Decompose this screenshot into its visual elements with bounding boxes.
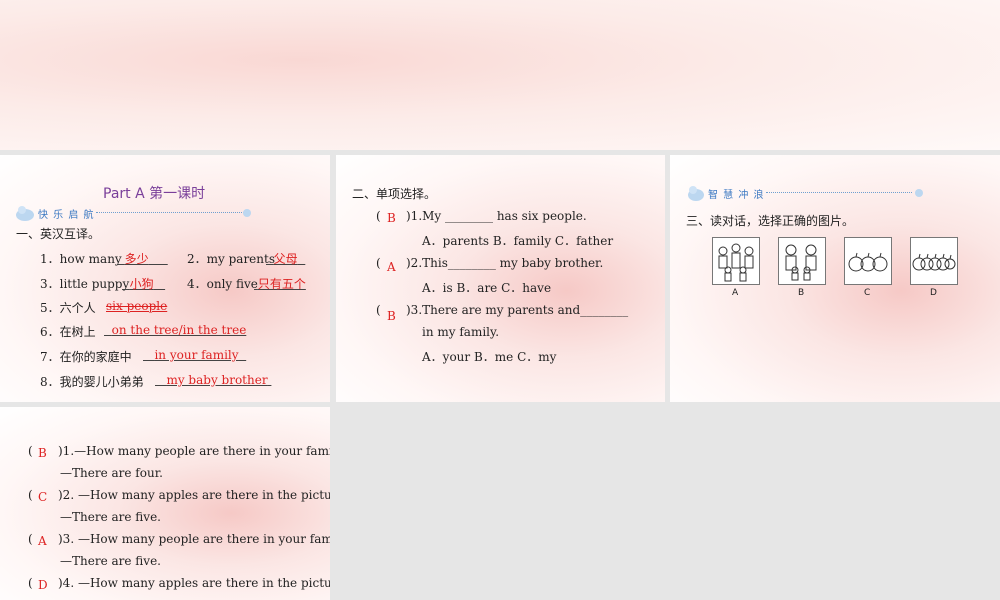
d3-reply: —There are five. — [60, 554, 161, 568]
q2-answer: A — [387, 260, 396, 274]
item-3-prompt: 3．little puppy — [40, 277, 130, 291]
q1-answer: B — [387, 211, 396, 225]
item-7-answer: in your family — [154, 348, 239, 362]
slide-vocab-translation[interactable]: Part A 第一课时 快 乐 启 航 一、英汉互译。 1．how many 多… — [0, 155, 330, 402]
d3-bracket: ( — [28, 532, 33, 546]
item-4-prompt: 4．only five — [187, 277, 258, 291]
picture-c-label: C — [864, 288, 871, 298]
section-badge: 快 乐 启 航 — [38, 210, 95, 221]
item-5-prompt: 5．六个人 — [40, 301, 96, 315]
q3-options: A．your B．me C．my — [422, 350, 557, 364]
d1-bracket: ( — [28, 444, 33, 458]
item-8-answer: my baby brother — [166, 373, 268, 387]
d2-bracket: ( — [28, 488, 33, 502]
item-1-prompt: 1．how many — [40, 252, 122, 266]
decorative-star-icon — [915, 189, 923, 197]
dotted-divider — [96, 212, 244, 213]
q1-stem: )1.My ________ has six people. — [406, 209, 587, 223]
d1-reply: —There are four. — [60, 466, 163, 480]
q1-options: A．parents B．family C．father — [422, 234, 614, 248]
section-heading: 三、读对话，选择正确的图片。 — [686, 214, 855, 228]
item-7-prompt: 7．在你的家庭中 — [40, 350, 132, 364]
top-slide — [0, 0, 1000, 150]
d3-question: )3. —How many people are there in your f… — [58, 532, 330, 546]
q2-stem: )2.This________ my baby brother. — [406, 256, 604, 270]
q3-bracket: ( — [376, 303, 381, 317]
q1-bracket: ( — [376, 209, 381, 223]
picture-b-label: B — [798, 288, 805, 298]
decorative-cartoon-icon — [16, 206, 34, 221]
three-apples-icon — [848, 252, 888, 272]
item-3-answer: 小狗 — [129, 277, 154, 291]
section-badge: 智 慧 冲 浪 — [708, 190, 765, 201]
slide-dialogue-answers[interactable]: ( B )1.—How many people are there in you… — [0, 407, 330, 600]
decorative-cartoon-icon — [688, 186, 704, 201]
picture-c-three-apples[interactable] — [844, 237, 892, 285]
family-five-icon — [718, 243, 754, 282]
d4-question: )4. —How many apples are there in the pi… — [58, 576, 330, 590]
d2-answer: C — [38, 490, 48, 504]
item-8-prompt: 8．我的婴儿小弟弟 — [40, 375, 144, 389]
slide-multiple-choice[interactable]: 二、单项选择。 ( B )1.My ________ has six peopl… — [336, 155, 665, 402]
five-apples-icon — [912, 253, 956, 271]
q3-stem-continued: in my family. — [422, 325, 500, 339]
q3-answer: B — [387, 309, 396, 323]
d2-reply: —There are five. — [60, 510, 161, 524]
picture-b-family-four[interactable] — [778, 237, 826, 285]
picture-d-label: D — [930, 288, 937, 298]
decorative-star-icon — [243, 209, 251, 217]
d4-answer: D — [38, 578, 48, 592]
q2-options: A．is B．are C．have — [422, 281, 552, 295]
d4-bracket: ( — [28, 576, 33, 590]
d1-answer: B — [38, 446, 47, 460]
item-1-answer: 多少 — [124, 252, 149, 266]
d2-question: )2. —How many apples are there in the pi… — [58, 488, 330, 502]
item-2-prompt: 2．my parents — [187, 252, 275, 266]
d3-answer: A — [38, 534, 47, 548]
section-heading: 二、单项选择。 — [352, 187, 437, 201]
d1-question: )1.—How many people are there in your fa… — [58, 444, 330, 458]
item-6-prompt: 6．在树上 — [40, 325, 96, 339]
item-5-answer: six people — [106, 299, 168, 313]
item-2-answer: 父母 — [273, 252, 298, 266]
dotted-divider — [766, 192, 912, 193]
item-6-answer: on the tree/in the tree — [111, 323, 247, 337]
family-four-icon — [785, 244, 817, 281]
slide-picture-matching[interactable]: 智 慧 冲 浪 三、读对话，选择正确的图片。 A B C D — [670, 155, 1000, 402]
picture-d-five-apples[interactable] — [910, 237, 958, 285]
lesson-title: Part A 第一课时 — [103, 186, 206, 202]
q2-bracket: ( — [376, 256, 381, 270]
q3-stem: )3.There are my parents and________ — [406, 303, 629, 317]
picture-a-label: A — [732, 288, 739, 298]
picture-a-family-five[interactable] — [712, 237, 760, 285]
section-heading: 一、英汉互译。 — [16, 227, 101, 241]
item-4-answer: 只有五个 — [257, 277, 306, 291]
